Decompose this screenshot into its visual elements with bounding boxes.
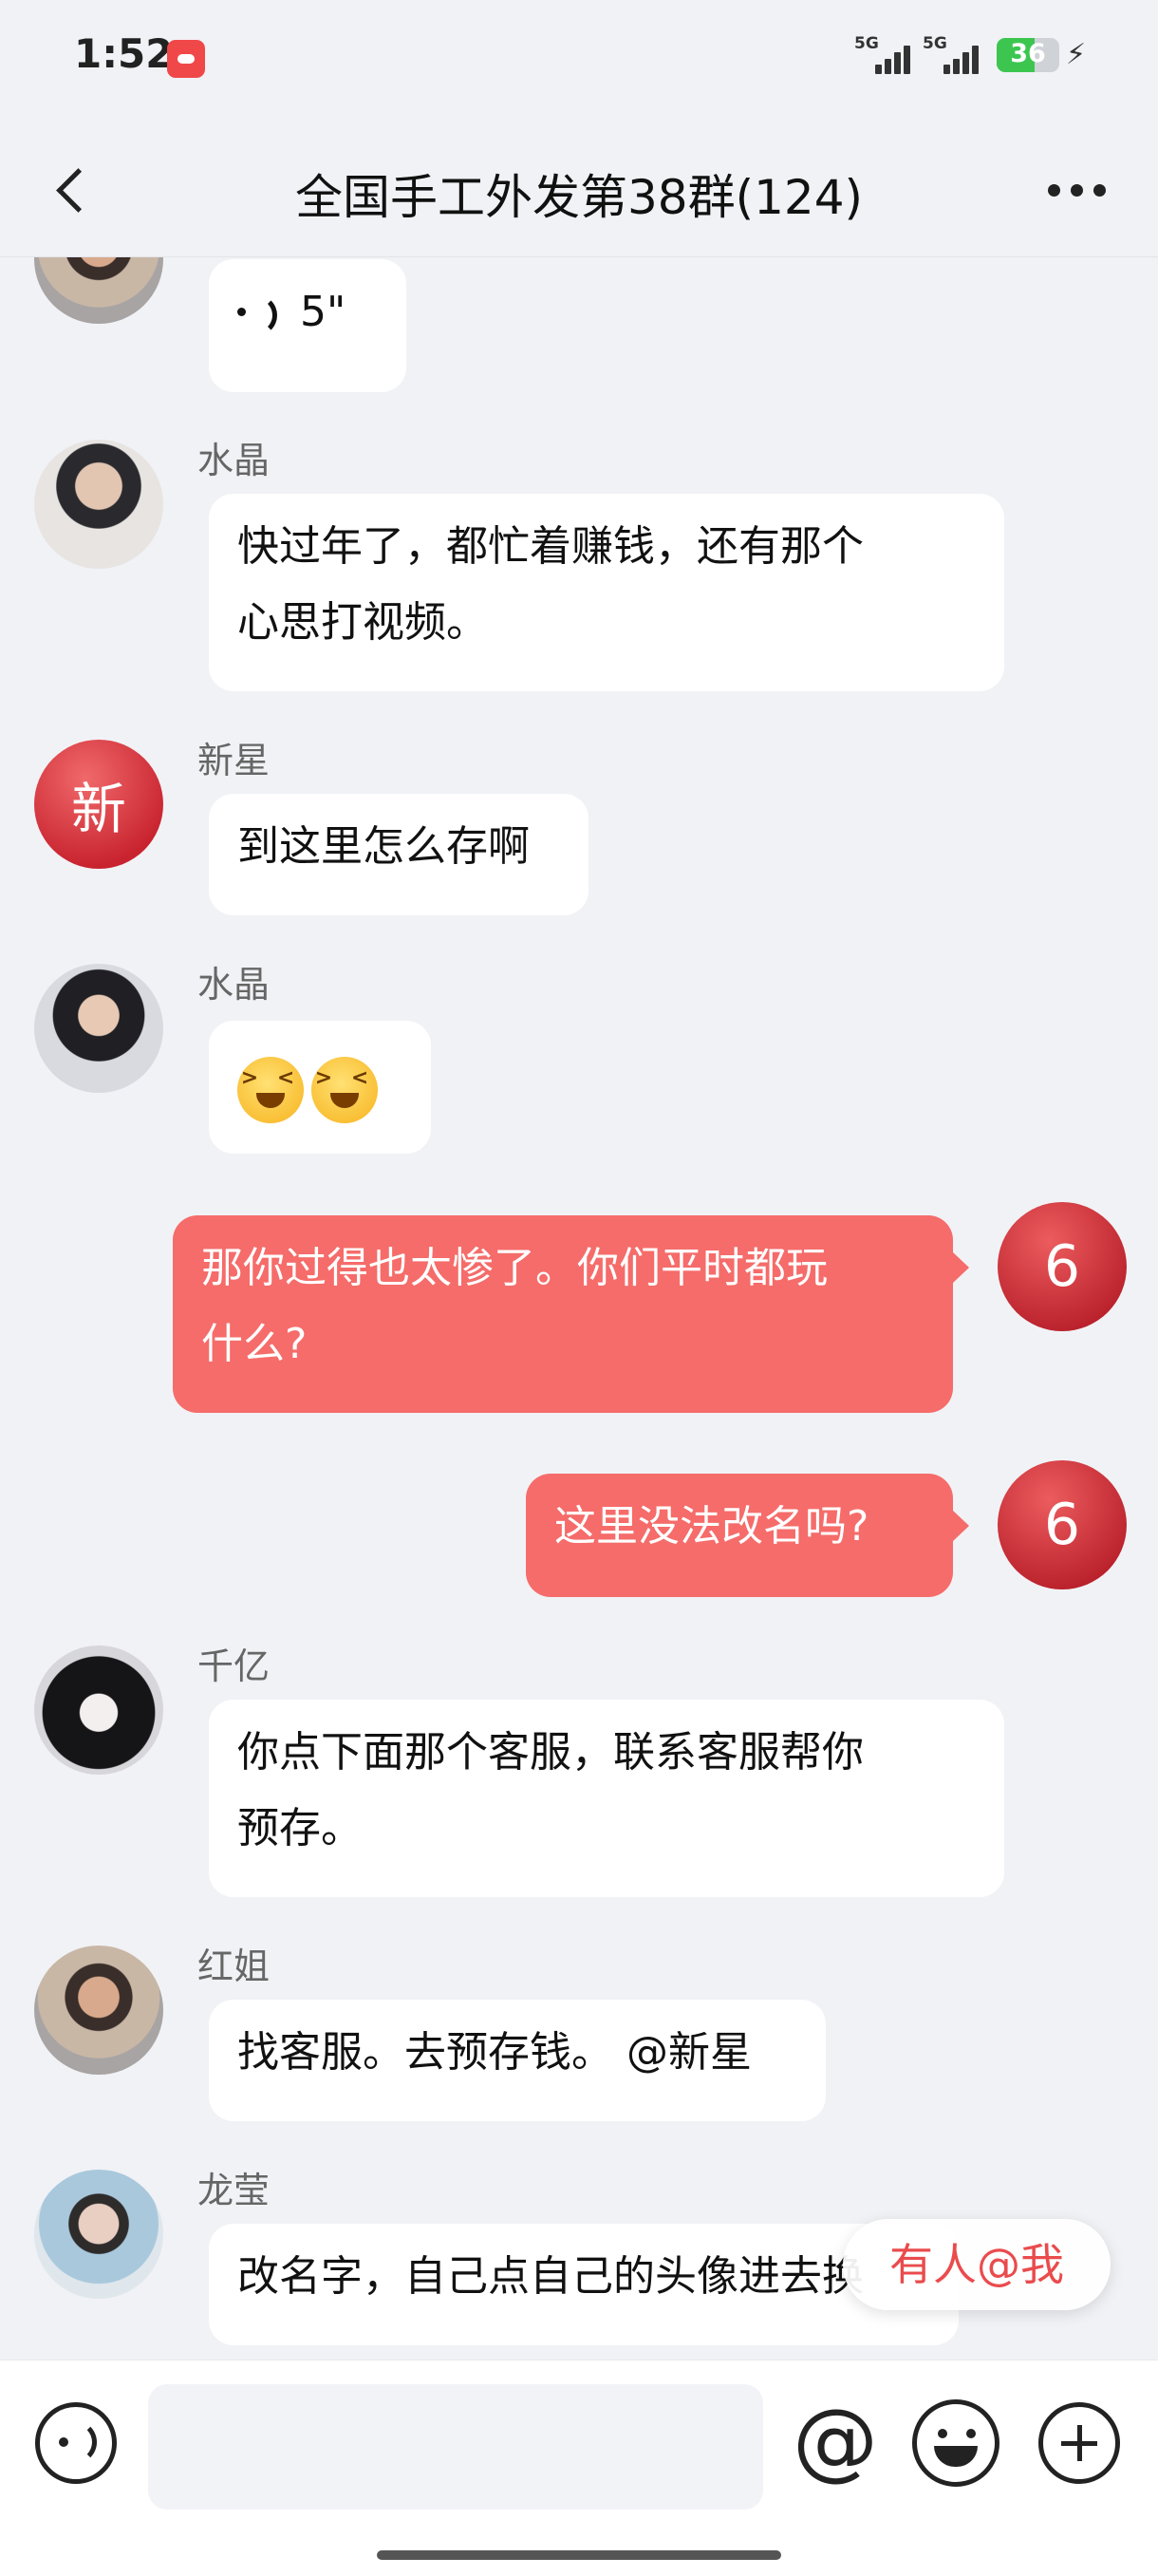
message-bubble[interactable]: 找客服。去预存钱。 @新星 [209, 2000, 826, 2121]
nav-bar: 全国手工外发第38群(124) [0, 123, 1158, 257]
message-input[interactable] [148, 2384, 763, 2510]
voice-duration: 5" [300, 288, 346, 336]
voice-wave-icon [237, 290, 279, 336]
message-bubble[interactable]: 你点下面那个客服，联系客服帮你 预存。 [209, 1700, 1004, 1897]
signal-icon: 5G [854, 34, 911, 76]
voice-message-bubble[interactable]: 5" [209, 259, 406, 392]
message-bubble[interactable]: 改名字，自己点自己的头像进去换 [209, 2224, 959, 2345]
message-bubble[interactable]: 到这里怎么存啊 [209, 794, 588, 915]
battery-percent: 36 [1010, 39, 1046, 68]
self-message-bubble[interactable]: 这里没法改名吗? [526, 1474, 969, 1597]
message-list[interactable]: 5" 水晶 快过年了，都忙着赚钱，还有那个 心思打视频。 新 新星 到这里怎么存… [0, 257, 1158, 2360]
more-options-icon[interactable] [1048, 180, 1107, 199]
sender-name: 千亿 [197, 1645, 271, 1687]
battery-icon: 36 [997, 38, 1059, 72]
message-bubble[interactable]: 快过年了，都忙着赚钱，还有那个 心思打视频。 [209, 494, 1004, 691]
message-text-line: 你点下面那个客服，联系客服帮你 [237, 1728, 864, 1777]
voice-input-icon[interactable] [35, 2402, 117, 2484]
message-text: 这里没法改名吗? [554, 1502, 869, 1551]
sender-name: 龙莹 [197, 2170, 271, 2211]
sender-name: 水晶 [197, 964, 271, 1006]
input-bar: @ [0, 2360, 1158, 2576]
avatar[interactable]: 新 [34, 740, 163, 869]
message-text-line: 心思打视频。 [237, 598, 488, 647]
self-avatar[interactable]: 6 [998, 1202, 1127, 1331]
message-text-line: 什么? [201, 1320, 308, 1368]
message-text-line: 预存。 [237, 1804, 363, 1852]
message-text-line: 那你过得也太惨了。你们平时都玩 [201, 1244, 828, 1292]
emoji-message-bubble[interactable] [209, 1021, 431, 1154]
message-text: 找客服。去预存钱。 @新星 [237, 2028, 752, 2077]
message-text: 改名字，自己点自己的头像进去换 [237, 2252, 864, 2301]
chat-title: 全国手工外发第38群(124) [294, 170, 864, 225]
charging-bolt-icon: ⚡ [1066, 38, 1087, 71]
avatar[interactable] [34, 964, 163, 1093]
home-indicator[interactable] [377, 2550, 781, 2560]
avatar[interactable] [34, 257, 163, 324]
grin-squint-emoji-icon [237, 1057, 304, 1123]
mention-me-pill[interactable]: 有人@我 [843, 2219, 1111, 2310]
plus-icon[interactable] [1038, 2402, 1120, 2484]
sender-name: 水晶 [197, 440, 271, 481]
status-time: 1:52 [74, 30, 174, 77]
avatar[interactable] [34, 2170, 163, 2299]
network-type-label-2: 5G [923, 34, 947, 53]
avatar[interactable] [34, 1946, 163, 2075]
message-text-line: 快过年了，都忙着赚钱，还有那个 [237, 522, 864, 571]
emoji-icon[interactable] [912, 2399, 999, 2487]
signal-icon-2: 5G [923, 34, 980, 76]
sender-name: 红姐 [197, 1946, 271, 1987]
self-message-bubble[interactable]: 那你过得也太惨了。你们平时都玩 什么? [173, 1215, 969, 1413]
app-notification-icon [167, 40, 205, 78]
self-avatar[interactable]: 6 [998, 1460, 1127, 1589]
sender-name: 新星 [197, 740, 271, 781]
network-type-label: 5G [854, 34, 879, 53]
avatar[interactable] [34, 1645, 163, 1775]
message-text: 到这里怎么存啊 [237, 822, 530, 871]
avatar[interactable] [34, 440, 163, 569]
grin-squint-emoji-icon [311, 1057, 378, 1123]
at-mention-icon[interactable]: @ [788, 2389, 883, 2493]
status-bar: 1:52 5G 5G 36 ⚡ [0, 0, 1158, 123]
